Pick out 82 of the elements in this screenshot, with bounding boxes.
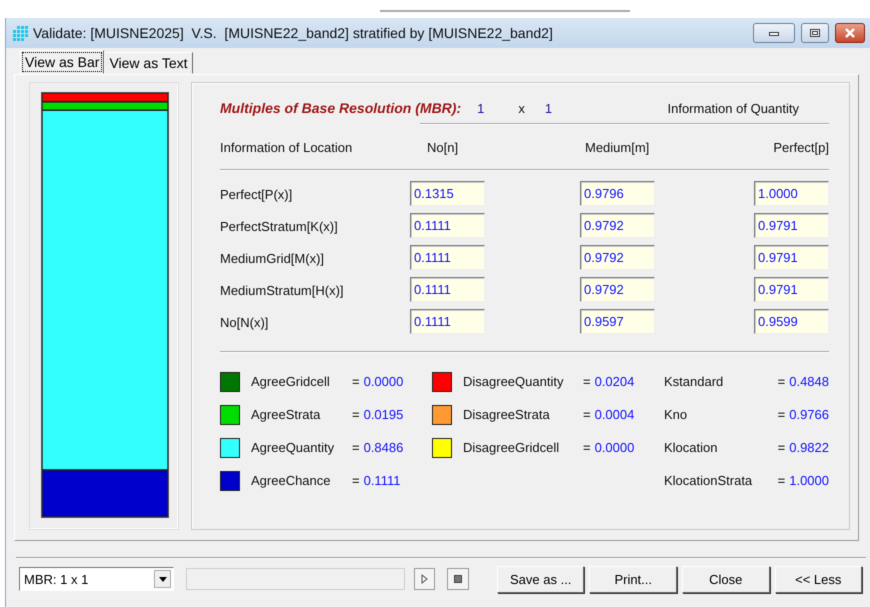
value-field[interactable]: 0.1111 bbox=[410, 276, 485, 302]
value-field[interactable]: 0.9792 bbox=[580, 212, 655, 238]
dialog-button[interactable]: << Less bbox=[774, 566, 862, 592]
row-label: PerfectStratum[K(x)] bbox=[220, 218, 339, 236]
legend-value: 0.1111 bbox=[364, 473, 400, 488]
equals-sign: = bbox=[778, 407, 786, 422]
legend-value: 0.0204 bbox=[594, 374, 634, 389]
legend-label: AgreeGridcell bbox=[251, 374, 331, 389]
legend-value: 0.0000 bbox=[594, 440, 634, 455]
stop-button[interactable] bbox=[447, 568, 469, 590]
statistic-label: Kno bbox=[664, 407, 688, 422]
minimize-icon bbox=[768, 29, 780, 37]
equals-sign: = bbox=[352, 374, 360, 389]
legend-label: DisagreeQuantity bbox=[463, 374, 564, 389]
mbr-label: Multiples of Base Resolution (MBR): bbox=[220, 100, 462, 116]
restore-icon bbox=[809, 28, 821, 38]
tab[interactable]: View as Text bbox=[104, 52, 193, 74]
equals-sign: = bbox=[778, 374, 786, 389]
value-field[interactable]: 0.9791 bbox=[754, 212, 829, 238]
value-field[interactable]: 0.1111 bbox=[410, 212, 485, 238]
value-field[interactable]: 0.1111 bbox=[410, 244, 485, 270]
equals-sign: = bbox=[778, 440, 786, 455]
statistic-value: 0.9766 bbox=[789, 407, 829, 422]
row-label: MediumStratum[H(x)] bbox=[220, 282, 345, 300]
close-icon bbox=[844, 28, 856, 38]
legend-label: AgreeChance bbox=[251, 473, 332, 488]
statistic-label: Klocation bbox=[664, 440, 718, 455]
column-heading: Medium[m] bbox=[584, 138, 650, 157]
times-sign: x bbox=[518, 100, 525, 116]
statistic-label: Kstandard bbox=[664, 374, 724, 389]
quantity-heading: Information of Quantity bbox=[667, 100, 799, 116]
value-field[interactable]: 0.9791 bbox=[754, 244, 829, 270]
dialog-button[interactable]: Close bbox=[682, 566, 770, 592]
close-button[interactable] bbox=[835, 23, 865, 43]
value-field[interactable]: 0.9792 bbox=[580, 244, 655, 270]
dialog-button[interactable]: Print... bbox=[589, 566, 677, 592]
caret-icon bbox=[158, 576, 167, 582]
statistic-value: 0.4848 bbox=[789, 374, 829, 389]
restore-button[interactable] bbox=[801, 23, 829, 43]
window-title: Validate: [MUISNE2025] V.S. [MUISNE22_band2] stratified by [MUISNE22_band2] bbox=[33, 25, 553, 41]
legend-value: 0.0195 bbox=[364, 407, 404, 422]
statistic-value: 0.9822 bbox=[789, 440, 829, 455]
play-icon bbox=[419, 574, 430, 584]
equals-sign: = bbox=[352, 440, 360, 455]
legend-value: 0.0000 bbox=[364, 374, 404, 389]
equals-sign: = bbox=[583, 374, 591, 389]
minimize-button[interactable] bbox=[753, 23, 795, 43]
legend-label: AgreeStrata bbox=[251, 407, 322, 422]
row-label: MediumGrid[M(x)] bbox=[220, 250, 326, 268]
legend-value: 0.0004 bbox=[594, 407, 634, 422]
row-label: Perfect[P(x)] bbox=[220, 186, 294, 204]
dialog-button[interactable]: Save as ... bbox=[496, 566, 584, 592]
value-field[interactable]: 0.9599 bbox=[754, 308, 829, 334]
column-heading: Perfect[p] bbox=[772, 138, 829, 157]
mbr-dropdown[interactable]: MBR: 1 x 1 bbox=[19, 567, 174, 591]
value-field[interactable]: 0.9791 bbox=[754, 276, 829, 302]
value-field[interactable]: 0.1315 bbox=[410, 180, 485, 206]
equals-sign: = bbox=[583, 440, 591, 455]
legend-value: 0.8486 bbox=[364, 440, 404, 455]
legend-label: DisagreeStrata bbox=[463, 407, 551, 422]
grid-icon bbox=[12, 25, 28, 41]
equals-sign: = bbox=[583, 407, 591, 422]
value-field[interactable]: 1.0000 bbox=[754, 180, 829, 206]
mbr-rows: 1 bbox=[477, 100, 484, 116]
mbr-cols: 1 bbox=[544, 100, 552, 116]
equals-sign: = bbox=[778, 473, 786, 488]
equals-sign: = bbox=[352, 407, 360, 422]
play-button[interactable] bbox=[414, 568, 436, 590]
value-field[interactable]: 0.9597 bbox=[580, 308, 655, 334]
value-field[interactable]: 0.9796 bbox=[580, 180, 655, 206]
row-heading: Information of Location bbox=[220, 138, 354, 156]
legend-label: AgreeQuantity bbox=[251, 440, 336, 455]
tab[interactable]: View as Bar bbox=[20, 50, 104, 74]
row-label: No[N(x)] bbox=[220, 314, 270, 332]
equals-sign: = bbox=[352, 473, 360, 488]
legend-label: DisagreeGridcell bbox=[463, 440, 560, 455]
value-field[interactable]: 0.1111 bbox=[410, 308, 485, 334]
column-heading: No[n] bbox=[426, 138, 460, 157]
stop-icon bbox=[453, 574, 464, 584]
value-field[interactable]: 0.9792 bbox=[580, 276, 655, 302]
statistic-value: 1.0000 bbox=[789, 473, 829, 488]
statistic-label: KlocationStrata bbox=[664, 473, 752, 488]
